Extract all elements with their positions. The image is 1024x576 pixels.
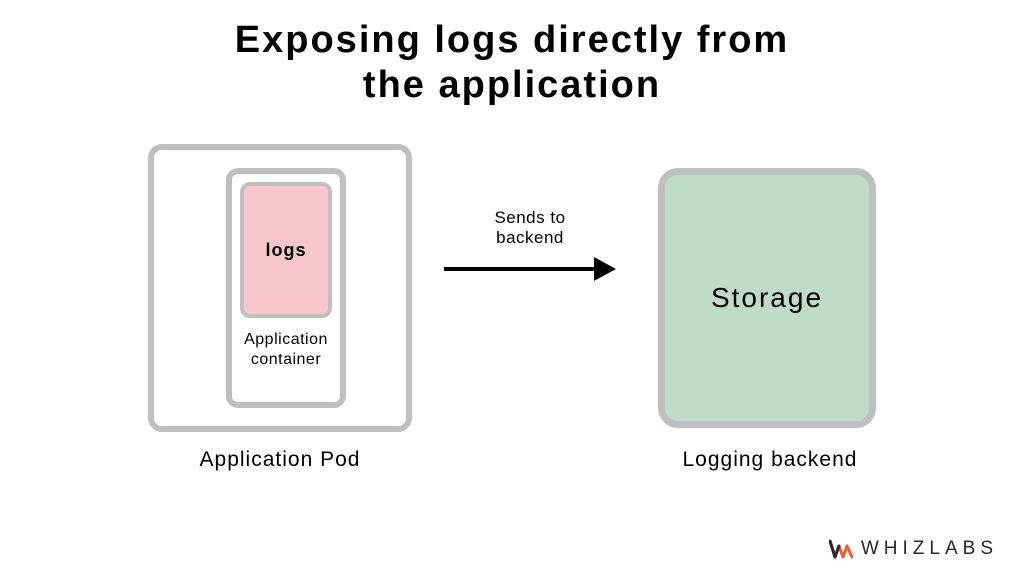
arrow-icon (444, 252, 616, 286)
logs-label: logs (265, 240, 306, 261)
pod-label-text: Application Pod (200, 448, 361, 471)
application-pod-label: Application Pod (148, 448, 412, 472)
whizlabs-logo-icon (829, 538, 853, 560)
arrow-head (594, 257, 616, 281)
brand-footer: WHIZLABS (829, 538, 998, 560)
diagram-title: Exposing logs directly from the applicat… (0, 18, 1024, 108)
arrow-shaft (444, 267, 596, 271)
logs-box: logs (240, 182, 332, 318)
brand-name: WHIZLABS (861, 538, 998, 560)
storage-box: Storage (658, 168, 876, 428)
application-container-box: logs Applicationcontainer (226, 168, 346, 408)
backend-label-text: Logging backend (683, 448, 858, 471)
arrow-label: Sends tobackend (444, 208, 616, 249)
logging-backend-label: Logging backend (620, 448, 920, 472)
storage-label: Storage (711, 282, 823, 314)
application-container-label: Applicationcontainer (232, 330, 340, 370)
arrow-label-text: Sends tobackend (494, 208, 565, 247)
application-pod-box: logs Applicationcontainer (148, 144, 412, 432)
title-line-2: the application (363, 64, 661, 106)
title-line-1: Exposing logs directly from (235, 19, 789, 61)
container-label-text: Applicationcontainer (244, 331, 328, 368)
